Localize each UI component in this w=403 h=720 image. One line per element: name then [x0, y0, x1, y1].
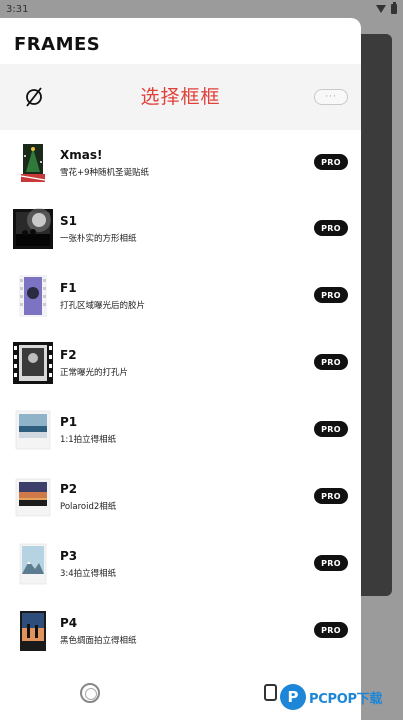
more-options-button[interactable]: ··· [314, 89, 348, 105]
pro-badge: PRO [314, 421, 348, 437]
pro-badge: PRO [314, 220, 348, 236]
battery-icon [391, 2, 397, 14]
frame-description: 1:1拍立得相纸 [60, 435, 117, 445]
pcpop-watermark: P PCPOP下载 [280, 681, 402, 713]
frame-name: F2 [60, 348, 77, 362]
frame-name: P1 [60, 415, 78, 429]
drawer-title: FRAMES [14, 34, 101, 55]
p1-thumbnail [15, 410, 51, 450]
f1-thumbnail [19, 275, 47, 317]
p3-thumbnail [19, 543, 47, 585]
pro-badge: PRO [314, 287, 348, 303]
frame-description: 黑色绸面拍立得相纸 [60, 636, 137, 646]
frame-description: 正常曝光的打孔片 [60, 368, 129, 378]
status-time: 3:31 [6, 3, 29, 15]
frame-name: S1 [60, 214, 77, 228]
frame-item-xmas[interactable]: Xmas! 雪花+9种随机圣诞贴纸 PRO [0, 130, 361, 196]
frames-drawer: FRAMES 选择框框 ··· Xmas! 雪花+9种随机圣诞贴纸 PRO S1… [0, 18, 361, 720]
frame-item-f2[interactable]: F2 正常曝光的打孔片 PRO [0, 330, 361, 396]
s1-thumbnail [13, 208, 53, 249]
status-bar: 3:31 [0, 0, 403, 18]
frame-description: 打孔区域曝光后的胶片 [60, 301, 146, 311]
pro-badge: PRO [314, 488, 348, 504]
pcpop-logo-icon: P [280, 684, 306, 710]
frame-selector-bar: 选择框框 ··· [0, 64, 361, 130]
frame-item-s1[interactable]: S1 一张朴实的方形相纸 PRO [0, 196, 361, 262]
status-icons [376, 2, 397, 14]
pro-badge: PRO [314, 555, 348, 571]
f2-thumbnail [13, 342, 53, 384]
frame-name: P4 [60, 616, 78, 630]
frame-name: P2 [60, 482, 78, 496]
frame-name: F1 [60, 281, 77, 295]
frame-description: 一张朴实的方形相纸 [60, 234, 137, 244]
p4-thumbnail [20, 611, 46, 651]
frame-name: P3 [60, 549, 78, 563]
watermark-text: PCPOP下载 [309, 691, 383, 707]
pro-badge: PRO [314, 354, 348, 370]
frame-item-p2[interactable]: P2 Polaroid2相纸 PRO [0, 464, 361, 530]
selector-title: 选择框框 [140, 86, 221, 108]
xmas-thumbnail [20, 142, 46, 184]
frame-description: Polaroid2相纸 [60, 502, 117, 512]
frame-item-p3[interactable]: P3 3:4拍立得相纸 PRO [0, 531, 361, 597]
frame-item-p1[interactable]: P1 1:1拍立得相纸 PRO [0, 397, 361, 463]
pro-badge: PRO [314, 622, 348, 638]
home-button-icon[interactable] [80, 683, 100, 703]
frame-item-p4[interactable]: P4 黑色绸面拍立得相纸 PRO [0, 598, 361, 664]
frame-item-f1[interactable]: F1 打孔区域曝光后的胶片 PRO [0, 263, 361, 329]
pro-badge: PRO [314, 154, 348, 170]
p2-thumbnail [15, 478, 51, 517]
frame-description: 雪花+9种随机圣诞贴纸 [60, 168, 150, 178]
frame-description: 3:4拍立得相纸 [60, 569, 117, 579]
recents-button-icon[interactable] [264, 684, 277, 701]
frame-name: Xmas! [60, 148, 103, 162]
wifi-icon [376, 5, 386, 13]
